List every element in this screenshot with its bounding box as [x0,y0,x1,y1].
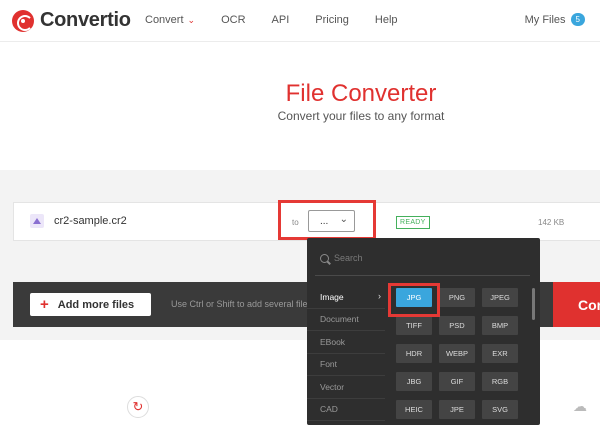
my-files-count-badge: 5 [570,13,585,26]
convert-button[interactable]: Convert [553,282,600,327]
chevron-right-icon: › [378,291,381,301]
format-option-heic[interactable]: HEIC [396,400,432,419]
add-more-files-button[interactable]: + Add more files [30,293,151,316]
format-option-jpe[interactable]: JPE [439,400,475,419]
search-divider [315,275,530,276]
nav-help-label: Help [374,14,398,26]
page-title: File Converter [285,80,437,107]
logo-text: Convertio [40,9,131,31]
format-option-png[interactable]: PNG [439,288,475,307]
sync-icon: ↻ [127,396,149,418]
multi-select-hint: Use Ctrl or Shift to add several files a [171,299,320,309]
page-subtitle: Convert your files to any format [277,109,445,123]
convert-label: Convert [578,296,600,313]
category-image[interactable]: Image › [307,286,385,309]
category-label: Font [320,359,338,370]
nav-convert-label: Convert [145,14,184,26]
category-label: Image [320,291,344,302]
nav-convert[interactable]: Convert ⌄ [145,14,195,26]
image-file-icon [30,214,44,228]
nav-ocr[interactable]: OCR [221,14,245,26]
category-label: CAD [320,404,338,415]
format-option-jpeg[interactable]: JPEG [482,288,518,307]
convertio-logo-icon [12,9,34,32]
format-option-psd[interactable]: PSD [439,316,475,335]
plus-icon: + [40,296,49,313]
format-option-gif[interactable]: GIF [439,372,475,391]
top-navbar: Convertio Convert ⌄ OCR API Pricing Help… [0,0,600,42]
format-categories: Image › Document EBook Font Vector CAD [307,286,385,421]
status-badge: READY [396,216,430,229]
nav-api[interactable]: API [272,14,290,26]
main-nav: Convert ⌄ OCR API Pricing Help [145,14,424,26]
category-label: Document [320,314,359,325]
format-select-highlight [278,200,376,240]
format-option-hdr[interactable]: HDR [396,344,432,363]
format-option-bmp[interactable]: BMP [482,316,518,335]
my-files-label: My Files [524,13,566,26]
category-document[interactable]: Document [307,309,385,331]
format-option-tiff[interactable]: TIFF [396,316,432,335]
format-dropdown: Image › Document EBook Font Vector CAD J… [307,238,540,425]
file-name: cr2-sample.cr2 [54,215,127,227]
category-ebook[interactable]: EBook [307,331,385,354]
format-option-webp[interactable]: WEBP [439,344,475,363]
cloud-upload-icon: ☁ [573,397,587,414]
format-search-input[interactable] [334,251,524,265]
format-option-jbg[interactable]: JBG [396,372,432,391]
search-icon [320,254,329,263]
category-vector[interactable]: Vector [307,376,385,399]
nav-help[interactable]: Help [375,14,398,26]
add-more-files-label: Add more files [57,298,135,311]
nav-pricing-label: Pricing [315,14,349,26]
category-font[interactable]: Font [307,354,385,376]
format-search [307,238,540,276]
format-option-exr[interactable]: EXR [482,344,518,363]
jpg-option-highlight [388,283,440,317]
category-label: Vector [320,381,345,392]
format-option-svg[interactable]: SVG [482,400,518,419]
nav-ocr-label: OCR [221,14,246,26]
nav-api-label: API [271,14,290,26]
chevron-down-icon: ⌄ [187,14,196,25]
category-label: EBook [320,336,346,347]
dropdown-scrollbar[interactable] [532,288,535,320]
my-files-link[interactable]: My Files 5 [525,13,585,26]
logo[interactable]: Convertio [12,9,131,32]
nav-pricing[interactable]: Pricing [315,14,349,26]
file-size: 142 KB [538,218,565,227]
category-cad[interactable]: CAD [307,399,385,421]
format-option-rgb[interactable]: RGB [482,372,518,391]
